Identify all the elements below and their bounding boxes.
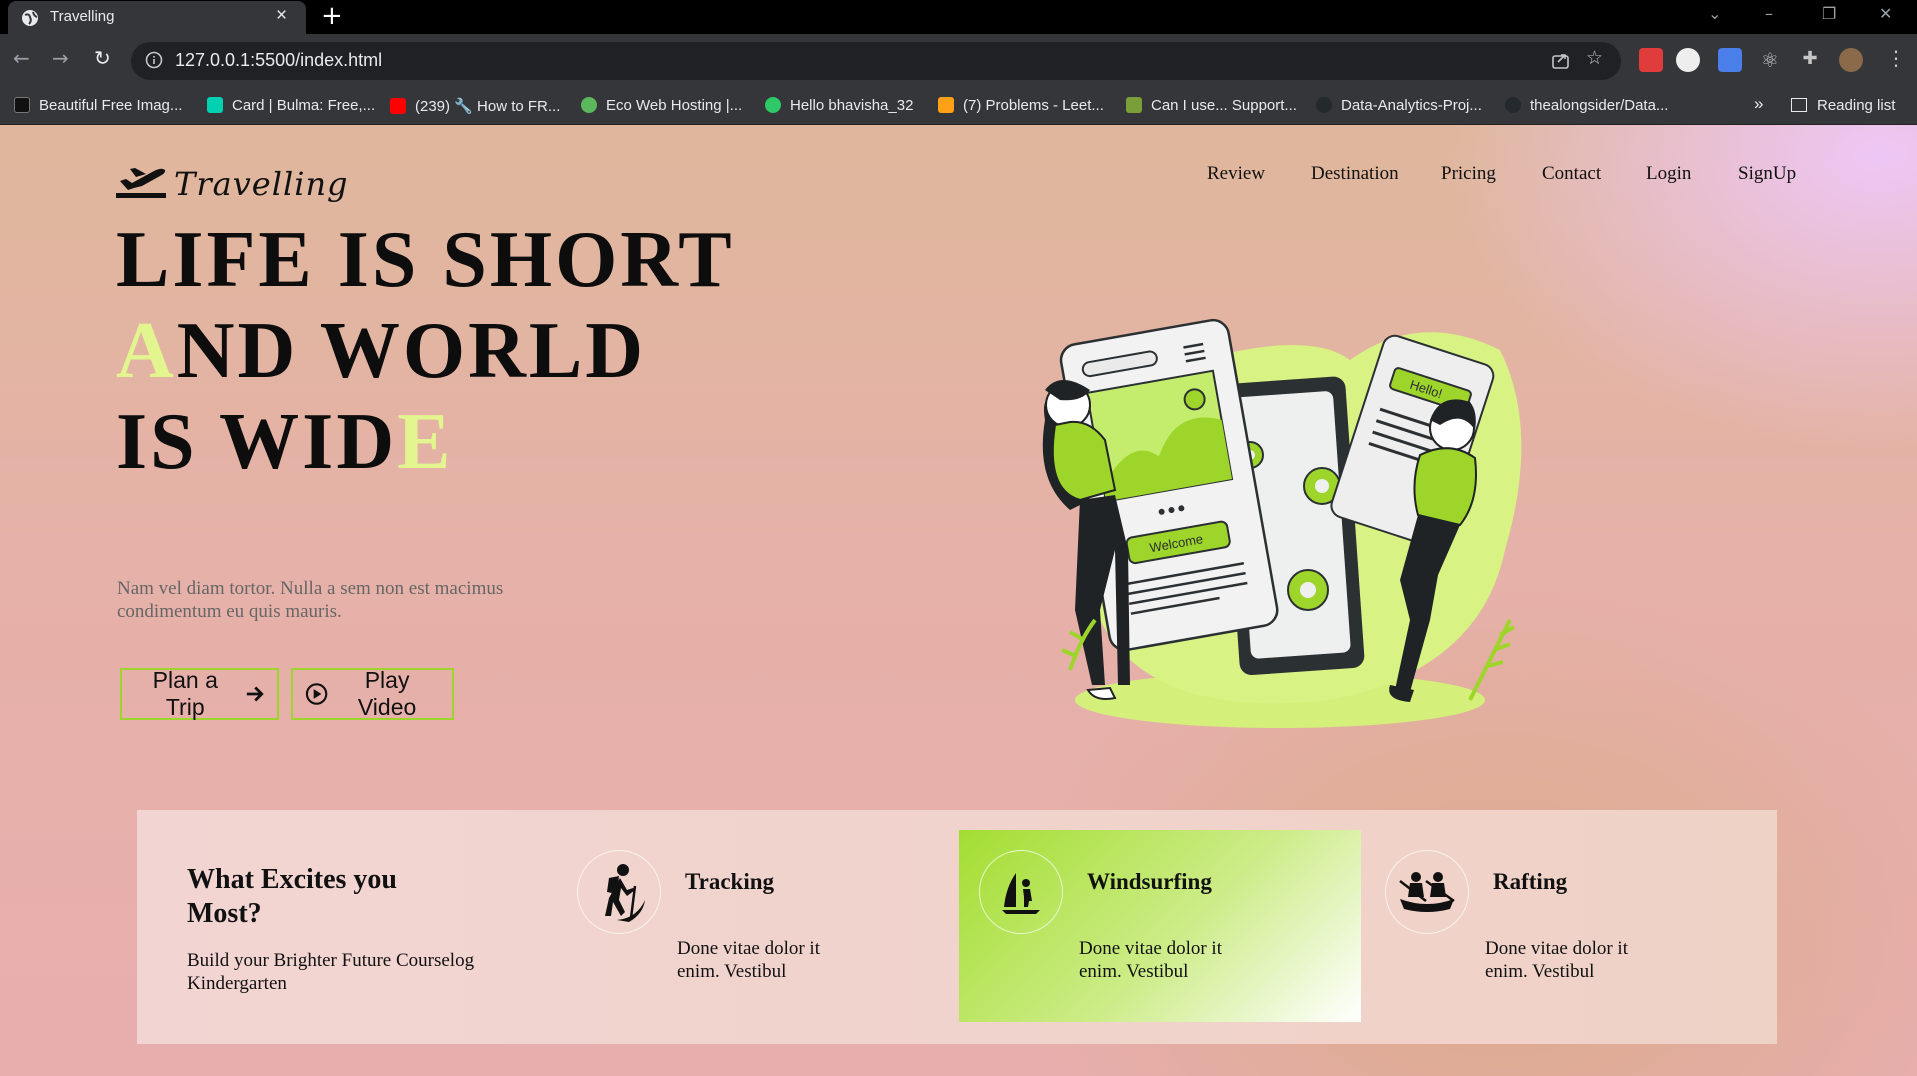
extensions-puzzle-icon[interactable]: ✚ (1798, 48, 1822, 72)
react-devtools-icon[interactable]: ⚛ (1758, 48, 1782, 72)
rafting-icon (1399, 872, 1455, 912)
play-circle-icon (305, 683, 328, 705)
nav-contact[interactable]: Contact (1542, 163, 1601, 185)
pocket-icon[interactable] (1639, 48, 1663, 72)
bookmark-item[interactable]: Card | Bulma: Free,... (207, 97, 375, 114)
card-text: Done vitae dolor it enim. Vestibul (677, 938, 820, 982)
bookmark-item[interactable]: (7) Problems - Leet... (938, 97, 1104, 114)
excites-section: What Excites you Most? Build your Bright… (137, 810, 1777, 1044)
tab-search-icon[interactable]: ⌄ (1708, 4, 1721, 23)
browser-tab[interactable]: Travelling × (8, 1, 306, 34)
headline-line-3: IS WID (116, 398, 398, 486)
bookmark-item[interactable]: (239) 🔧 How to FR... (390, 97, 560, 115)
card-icon-circle (979, 850, 1063, 934)
headline-line-2: ND WORLD (176, 307, 647, 395)
url-text: 127.0.0.1:5500/index.html (175, 50, 383, 70)
new-tab-icon[interactable]: + (321, 1, 343, 31)
bookmarks-overflow[interactable]: » (1754, 94, 1763, 114)
logo[interactable]: Travelling (116, 161, 348, 206)
bookmark-item[interactable]: Eco Web Hosting |... (581, 97, 742, 114)
address-bar[interactable]: 127.0.0.1:5500/index.html ☆ (131, 42, 1621, 80)
menu-kebab-icon[interactable]: ⋮ (1886, 46, 1906, 70)
hero-subtitle: Nam vel diam tortor. Nulla a sem non est… (117, 578, 504, 622)
plan-trip-button[interactable]: Plan a Trip (120, 667, 279, 720)
nav-review[interactable]: Review (1207, 163, 1265, 185)
bookmark-favicon-icon (1505, 97, 1521, 113)
card-rafting[interactable]: Rafting Done vitae dolor it enim. Vestib… (1365, 830, 1767, 1022)
extension-icon[interactable] (1676, 48, 1700, 72)
profile-avatar[interactable] (1839, 48, 1863, 72)
card-text: Done vitae dolor it enim. Vestibul (1485, 938, 1628, 982)
bookmark-item[interactable]: Data-Analytics-Proj... (1316, 97, 1482, 114)
card-title: Rafting (1493, 869, 1568, 894)
back-icon[interactable]: ← (13, 46, 30, 70)
browser-toolbar: ← → ↻ 127.0.0.1:5500/index.html ☆ ⚛ ✚ ⋮ (0, 34, 1917, 88)
bookmark-favicon-icon (14, 97, 30, 113)
bookmark-item[interactable]: thealongsider/Data... (1505, 97, 1668, 114)
bookmark-star-icon[interactable]: ☆ (1586, 47, 1603, 69)
hiker-icon (605, 864, 645, 922)
bookmark-favicon-icon (765, 97, 781, 113)
reading-list-icon (1791, 98, 1807, 112)
excites-text: Build your Brighter Future Courselog Kin… (187, 950, 475, 994)
excites-title: What Excites you Most? (187, 864, 397, 929)
bookmark-favicon-icon (938, 97, 954, 113)
windsurf-icon (1002, 873, 1040, 914)
translate-icon[interactable] (1718, 48, 1742, 72)
logo-text: Travelling (174, 165, 349, 203)
forward-icon[interactable]: → (52, 46, 69, 70)
bookmark-favicon-icon (390, 98, 406, 114)
nav-login[interactable]: Login (1646, 163, 1691, 185)
page: Travelling Review Destination Pricing Co… (0, 125, 1917, 1076)
card-title: Windsurfing (1087, 869, 1212, 894)
browser-tab-strip: Travelling × + ⌄ – ❐ ✕ (0, 0, 1917, 34)
arrow-right-icon (246, 686, 264, 702)
headline-line-1: LIFE IS SHORT (116, 216, 735, 304)
restore-icon[interactable]: ❐ (1822, 4, 1836, 23)
window-close-icon[interactable]: ✕ (1879, 4, 1892, 23)
card-text: Done vitae dolor it enim. Vestibul (1079, 938, 1222, 982)
plan-trip-label: Plan a Trip (152, 667, 218, 720)
bookmark-item[interactable]: Hello bhavisha_32 (765, 97, 913, 114)
reading-list-button[interactable]: Reading list (1791, 97, 1895, 114)
card-icon-circle (1385, 850, 1469, 934)
nav-destination[interactable]: Destination (1311, 163, 1399, 185)
minimize-icon[interactable]: – (1765, 4, 1773, 23)
bookmark-favicon-icon (1316, 97, 1332, 113)
bookmark-favicon-icon (1126, 97, 1142, 113)
headline-highlight-letter: A (116, 307, 177, 395)
card-icon-circle (577, 850, 661, 934)
site-info-icon[interactable] (145, 51, 163, 69)
tab-title: Travelling (50, 8, 115, 25)
bookmark-item[interactable]: Can I use... Support... (1126, 97, 1297, 114)
bookmark-favicon-icon (207, 97, 223, 113)
nav-pricing[interactable]: Pricing (1441, 163, 1496, 185)
play-video-button[interactable]: Play Video (291, 667, 454, 720)
card-title: Tracking (685, 869, 775, 894)
card-tracking[interactable]: Tracking Done vitae dolor it enim. Vesti… (557, 830, 959, 1022)
card-windsurfing[interactable]: Windsurfing Done vitae dolor it enim. Ve… (959, 830, 1361, 1022)
globe-icon (22, 10, 38, 26)
airplane-icon (116, 168, 166, 198)
share-icon[interactable] (1551, 50, 1571, 70)
headline-highlight-letter: E (397, 398, 454, 486)
bookmark-favicon-icon (581, 97, 597, 113)
hero-illustration: Hello! Welcome (1042, 318, 1522, 728)
bookmark-item[interactable]: Beautiful Free Imag... (14, 97, 182, 114)
nav-signup[interactable]: SignUp (1738, 163, 1796, 185)
reload-icon[interactable]: ↻ (94, 46, 111, 70)
bookmarks-bar: Beautiful Free Imag... Card | Bulma: Fre… (0, 88, 1917, 125)
hero-headline: LIFE IS SHORT AND WORLD IS WIDE (116, 215, 735, 488)
close-tab-icon[interactable]: × (276, 5, 287, 27)
play-video-label: Play Video (357, 667, 417, 720)
